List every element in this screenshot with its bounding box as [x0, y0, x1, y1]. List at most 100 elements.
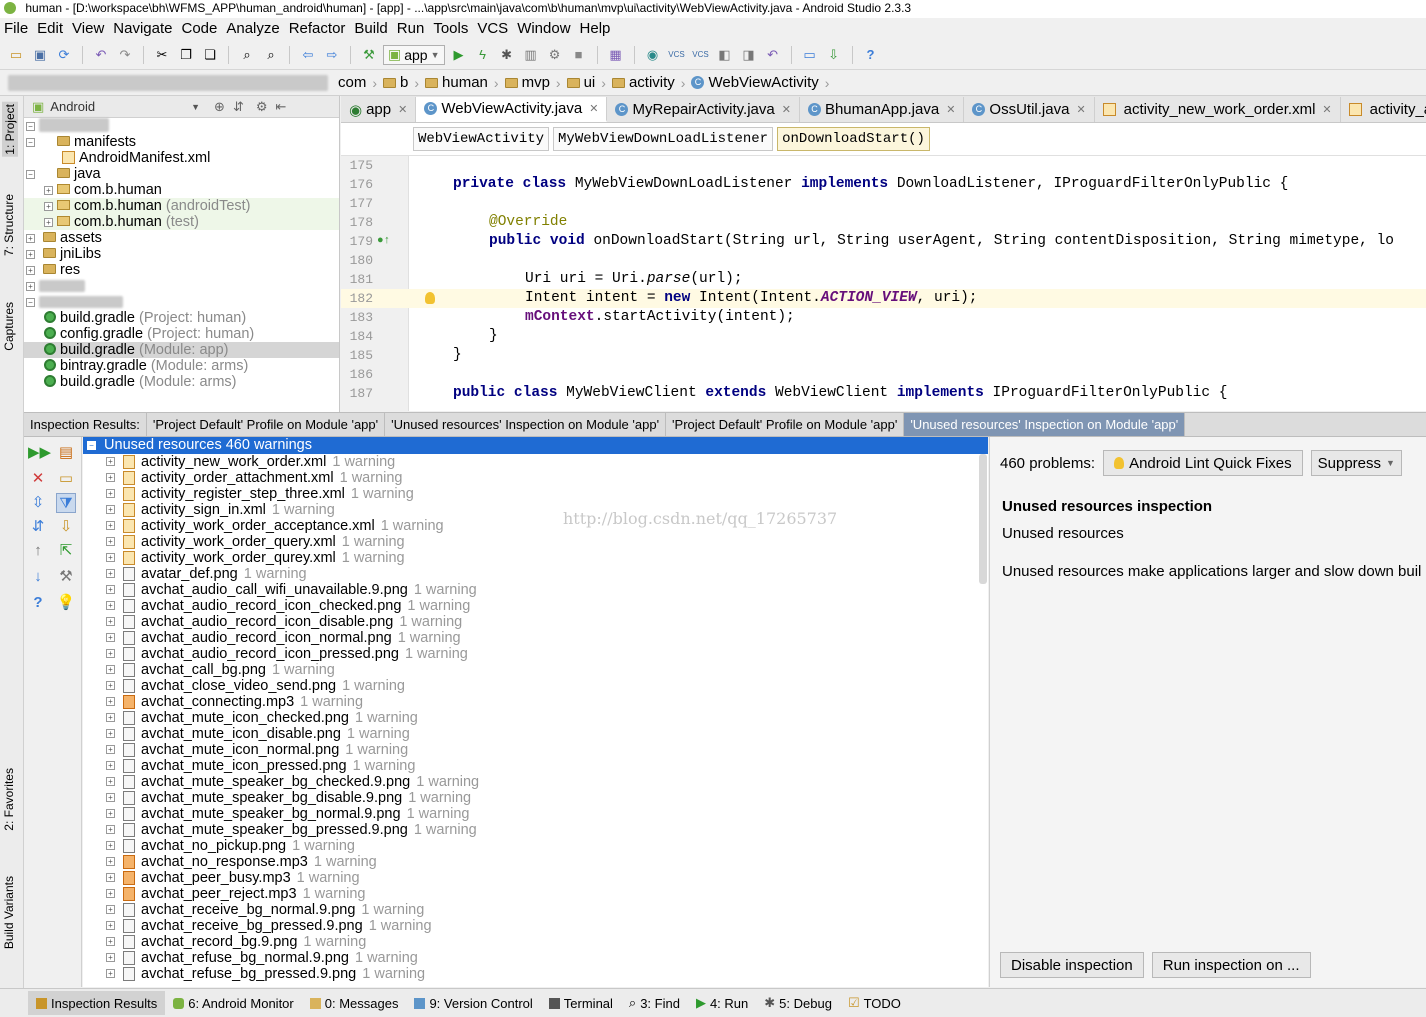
- expand-icon[interactable]: +: [106, 841, 115, 850]
- close-icon[interactable]: ✕: [1076, 103, 1085, 116]
- find-icon[interactable]: ⌕: [237, 45, 257, 65]
- expand-icon[interactable]: +: [106, 953, 115, 962]
- expand-icon[interactable]: +: [106, 553, 115, 562]
- next-problem-icon[interactable]: ↓: [28, 567, 48, 587]
- chevron-down-icon[interactable]: ▼: [191, 102, 200, 112]
- expand-icon[interactable]: +: [106, 745, 115, 754]
- tree-row-gradle-scripts[interactable]: −: [24, 294, 339, 310]
- disable-inspection-button[interactable]: Disable inspection: [1000, 952, 1144, 978]
- expand-icon[interactable]: +: [106, 857, 115, 866]
- expand-icon[interactable]: +: [106, 793, 115, 802]
- collapse-all-icon[interactable]: ⇵: [28, 517, 48, 537]
- expand-icon[interactable]: +: [106, 713, 115, 722]
- override-marker-icon[interactable]: ●↑: [377, 232, 390, 251]
- group-by-directory-icon[interactable]: ▭: [56, 469, 76, 489]
- filter-icon[interactable]: ⧩: [56, 493, 76, 513]
- menu-view[interactable]: View: [72, 20, 104, 37]
- tree-row-jnilibs[interactable]: + jniLibs: [24, 246, 339, 262]
- run-inspection-button[interactable]: Run inspection on ...: [1151, 952, 1311, 978]
- collapse-icon[interactable]: −: [26, 138, 35, 147]
- cut-icon[interactable]: ✂: [152, 45, 172, 65]
- menu-file[interactable]: File: [4, 20, 28, 37]
- nav-crumb-com[interactable]: com: [334, 74, 370, 91]
- vcs-commit-icon[interactable]: VCS: [667, 45, 687, 65]
- editor-tab-activity-ac[interactable]: activity_ac: [1341, 97, 1426, 122]
- expand-icon[interactable]: +: [106, 905, 115, 914]
- tool-tab-build-variants[interactable]: Build Variants: [2, 876, 16, 949]
- vcs-compare-icon[interactable]: VCS: [691, 45, 711, 65]
- open-folder-icon[interactable]: ▭: [6, 45, 26, 65]
- code-editor[interactable]: 175 176 private class MyWebViewDownLoadLi…: [341, 156, 1426, 411]
- menu-tools[interactable]: Tools: [433, 20, 468, 37]
- make-project-icon[interactable]: ⚒: [359, 45, 379, 65]
- gear-icon[interactable]: ⚙: [256, 99, 268, 115]
- inspection-tab-2[interactable]: 'Unused resources' Inspection on Module …: [385, 413, 667, 436]
- expand-icon[interactable]: +: [106, 697, 115, 706]
- expand-all-icon[interactable]: ⇳: [28, 493, 48, 513]
- open-editor-icon[interactable]: ⇱: [56, 541, 76, 561]
- bottom-tab-debug[interactable]: ✱ 5: Debug: [756, 991, 840, 1015]
- project-view-mode[interactable]: Android: [50, 99, 95, 114]
- paste-icon[interactable]: ❏: [200, 45, 220, 65]
- undo-icon[interactable]: ↶: [91, 45, 111, 65]
- expand-icon[interactable]: +: [106, 809, 115, 818]
- results-root-row[interactable]: − Unused resources 460 warnings: [83, 437, 988, 454]
- sdk-manager-icon[interactable]: ⇩: [824, 45, 844, 65]
- inspection-results-tree[interactable]: − Unused resources 460 warnings + activit…: [83, 437, 988, 987]
- tree-row-bintray-gradle[interactable]: bintray.gradle (Module: arms): [24, 358, 339, 374]
- expand-icon[interactable]: +: [26, 282, 35, 291]
- code-crumb-class[interactable]: WebViewActivity: [413, 127, 550, 151]
- collapse-icon[interactable]: −: [26, 170, 35, 179]
- editor-tab-ossutil[interactable]: C OssUtil.java ✕: [964, 97, 1095, 122]
- back-icon[interactable]: ⇦: [298, 45, 318, 65]
- expand-icon[interactable]: +: [106, 521, 115, 530]
- expand-icon[interactable]: +: [106, 921, 115, 930]
- inspection-tab-3[interactable]: 'Project Default' Profile on Module 'app…: [666, 413, 905, 436]
- hide-panel-icon[interactable]: ⇤: [276, 99, 287, 115]
- editor-tab-myrepairactivity[interactable]: C MyRepairActivity.java ✕: [607, 97, 800, 122]
- code-crumb-inner-class[interactable]: MyWebViewDownLoadListener: [553, 127, 774, 151]
- expand-icon[interactable]: +: [106, 825, 115, 834]
- tree-row-androidmanifest[interactable]: AndroidManifest.xml: [24, 150, 339, 166]
- bottom-tab-terminal[interactable]: Terminal: [541, 991, 621, 1015]
- close-icon[interactable]: ✕: [1322, 103, 1331, 116]
- rerun-icon[interactable]: ▶▶: [28, 443, 51, 463]
- expand-icon[interactable]: +: [44, 186, 53, 195]
- tree-row-build-gradle-arms[interactable]: build.gradle (Module: arms): [24, 374, 339, 390]
- menu-run[interactable]: Run: [397, 20, 425, 37]
- menu-refactor[interactable]: Refactor: [289, 20, 346, 37]
- editor-tab-bhumanapp[interactable]: C BhumanApp.java ✕: [800, 97, 965, 122]
- expand-icon[interactable]: +: [106, 649, 115, 658]
- bottom-tab-version-control[interactable]: 9: Version Control: [406, 991, 540, 1015]
- scroll-from-source-icon[interactable]: ⊕: [214, 99, 225, 115]
- menu-edit[interactable]: Edit: [37, 20, 63, 37]
- previous-problem-icon[interactable]: ↑: [28, 541, 48, 561]
- menu-navigate[interactable]: Navigate: [113, 20, 172, 37]
- tree-row-package-test[interactable]: + com.b.human (test): [24, 214, 339, 230]
- forward-icon[interactable]: ⇨: [322, 45, 342, 65]
- export-icon[interactable]: ⇩: [56, 517, 76, 537]
- expand-icon[interactable]: +: [106, 937, 115, 946]
- nav-crumb-human[interactable]: human: [421, 74, 492, 91]
- expand-icon[interactable]: +: [106, 777, 115, 786]
- lightbulb-icon[interactable]: [425, 292, 435, 304]
- collapse-icon[interactable]: −: [26, 298, 35, 307]
- menu-analyze[interactable]: Analyze: [226, 20, 279, 37]
- coverage-icon[interactable]: ▥: [521, 45, 541, 65]
- editor-tab-webviewactivity[interactable]: C WebViewActivity.java ✕: [416, 97, 608, 122]
- menu-vcs[interactable]: VCS: [477, 20, 508, 37]
- help-icon[interactable]: ?: [861, 45, 881, 65]
- expand-icon[interactable]: +: [26, 266, 35, 275]
- menu-code[interactable]: Code: [181, 20, 217, 37]
- expand-icon[interactable]: +: [106, 665, 115, 674]
- expand-icon[interactable]: +: [106, 569, 115, 578]
- menu-build[interactable]: Build: [354, 20, 387, 37]
- tool-tab-captures[interactable]: Captures: [2, 302, 16, 351]
- vcs-history-icon[interactable]: ◧: [715, 45, 735, 65]
- close-icon[interactable]: ✕: [589, 102, 598, 115]
- bottom-tab-find[interactable]: ⌕ 3: Find: [621, 991, 688, 1015]
- expand-icon[interactable]: +: [44, 202, 53, 211]
- inspection-tab-4[interactable]: 'Unused resources' Inspection on Module …: [904, 413, 1186, 436]
- apply-changes-icon[interactable]: ϟ: [473, 45, 493, 65]
- nav-crumb-webviewactivity[interactable]: C WebViewActivity: [687, 74, 822, 91]
